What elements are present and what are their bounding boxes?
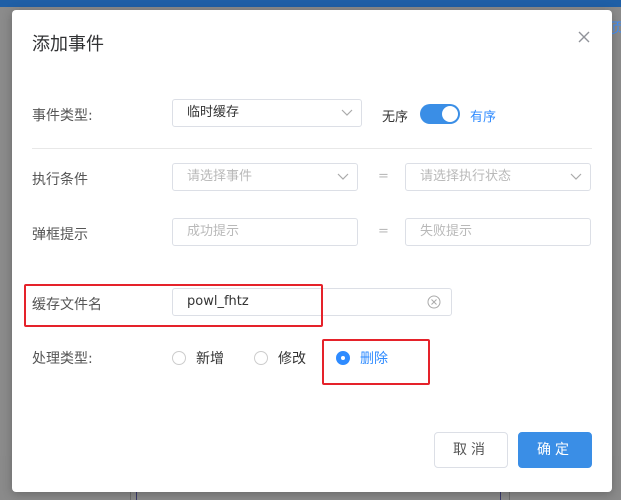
chevron-down-icon [337,173,349,180]
highlight-box-delete [322,339,430,385]
ordered-label: 有序 [470,110,497,125]
exec-status-placeholder: 请选择执行状态 [420,169,512,184]
success-tip-input[interactable]: 成功提示 [172,218,358,246]
radio-circle [172,351,186,365]
section-divider [32,148,592,149]
event-type-select[interactable]: 临时缓存 [172,99,362,127]
app-top-bar [0,0,621,7]
background-link[interactable]: 页 [611,18,621,38]
event-select[interactable]: 请选择事件 [172,163,358,191]
radio-circle [254,351,268,365]
highlight-box-filename [24,284,323,327]
radio-modify[interactable]: 修改 [254,348,306,368]
exec-status-select[interactable]: 请选择执行状态 [405,163,591,191]
add-event-dialog: 添加事件 事件类型: 临时缓存 无序 有序 执行条件 请选择事件 = 请选择执行… [12,10,612,492]
fail-tip-placeholder: 失败提示 [420,224,473,239]
chevron-down-icon [570,173,582,180]
radio-add[interactable]: 新增 [172,348,224,368]
radio-modify-label: 修改 [278,351,306,367]
event-type-label: 事件类型: [32,108,93,124]
close-icon[interactable] [577,30,591,44]
success-tip-placeholder: 成功提示 [187,224,240,239]
toggle-knob [442,106,458,122]
clear-icon[interactable] [427,295,441,309]
dialog-title: 添加事件 [32,34,104,55]
exec-condition-label: 执行条件 [32,172,88,188]
fail-tip-input[interactable]: 失败提示 [405,218,591,246]
confirm-button[interactable]: 确定 [518,432,592,468]
event-type-value: 临时缓存 [187,105,240,120]
order-toggle[interactable] [420,104,460,124]
chevron-down-icon [341,109,353,116]
equals-sign: = [378,224,389,239]
popup-tip-label: 弹框提示 [32,227,88,243]
event-select-placeholder: 请选择事件 [187,169,253,184]
unordered-label: 无序 [382,110,409,125]
radio-add-label: 新增 [196,351,224,367]
cancel-button[interactable]: 取消 [434,432,508,468]
equals-sign: = [378,169,389,184]
process-type-label: 处理类型: [32,351,93,367]
